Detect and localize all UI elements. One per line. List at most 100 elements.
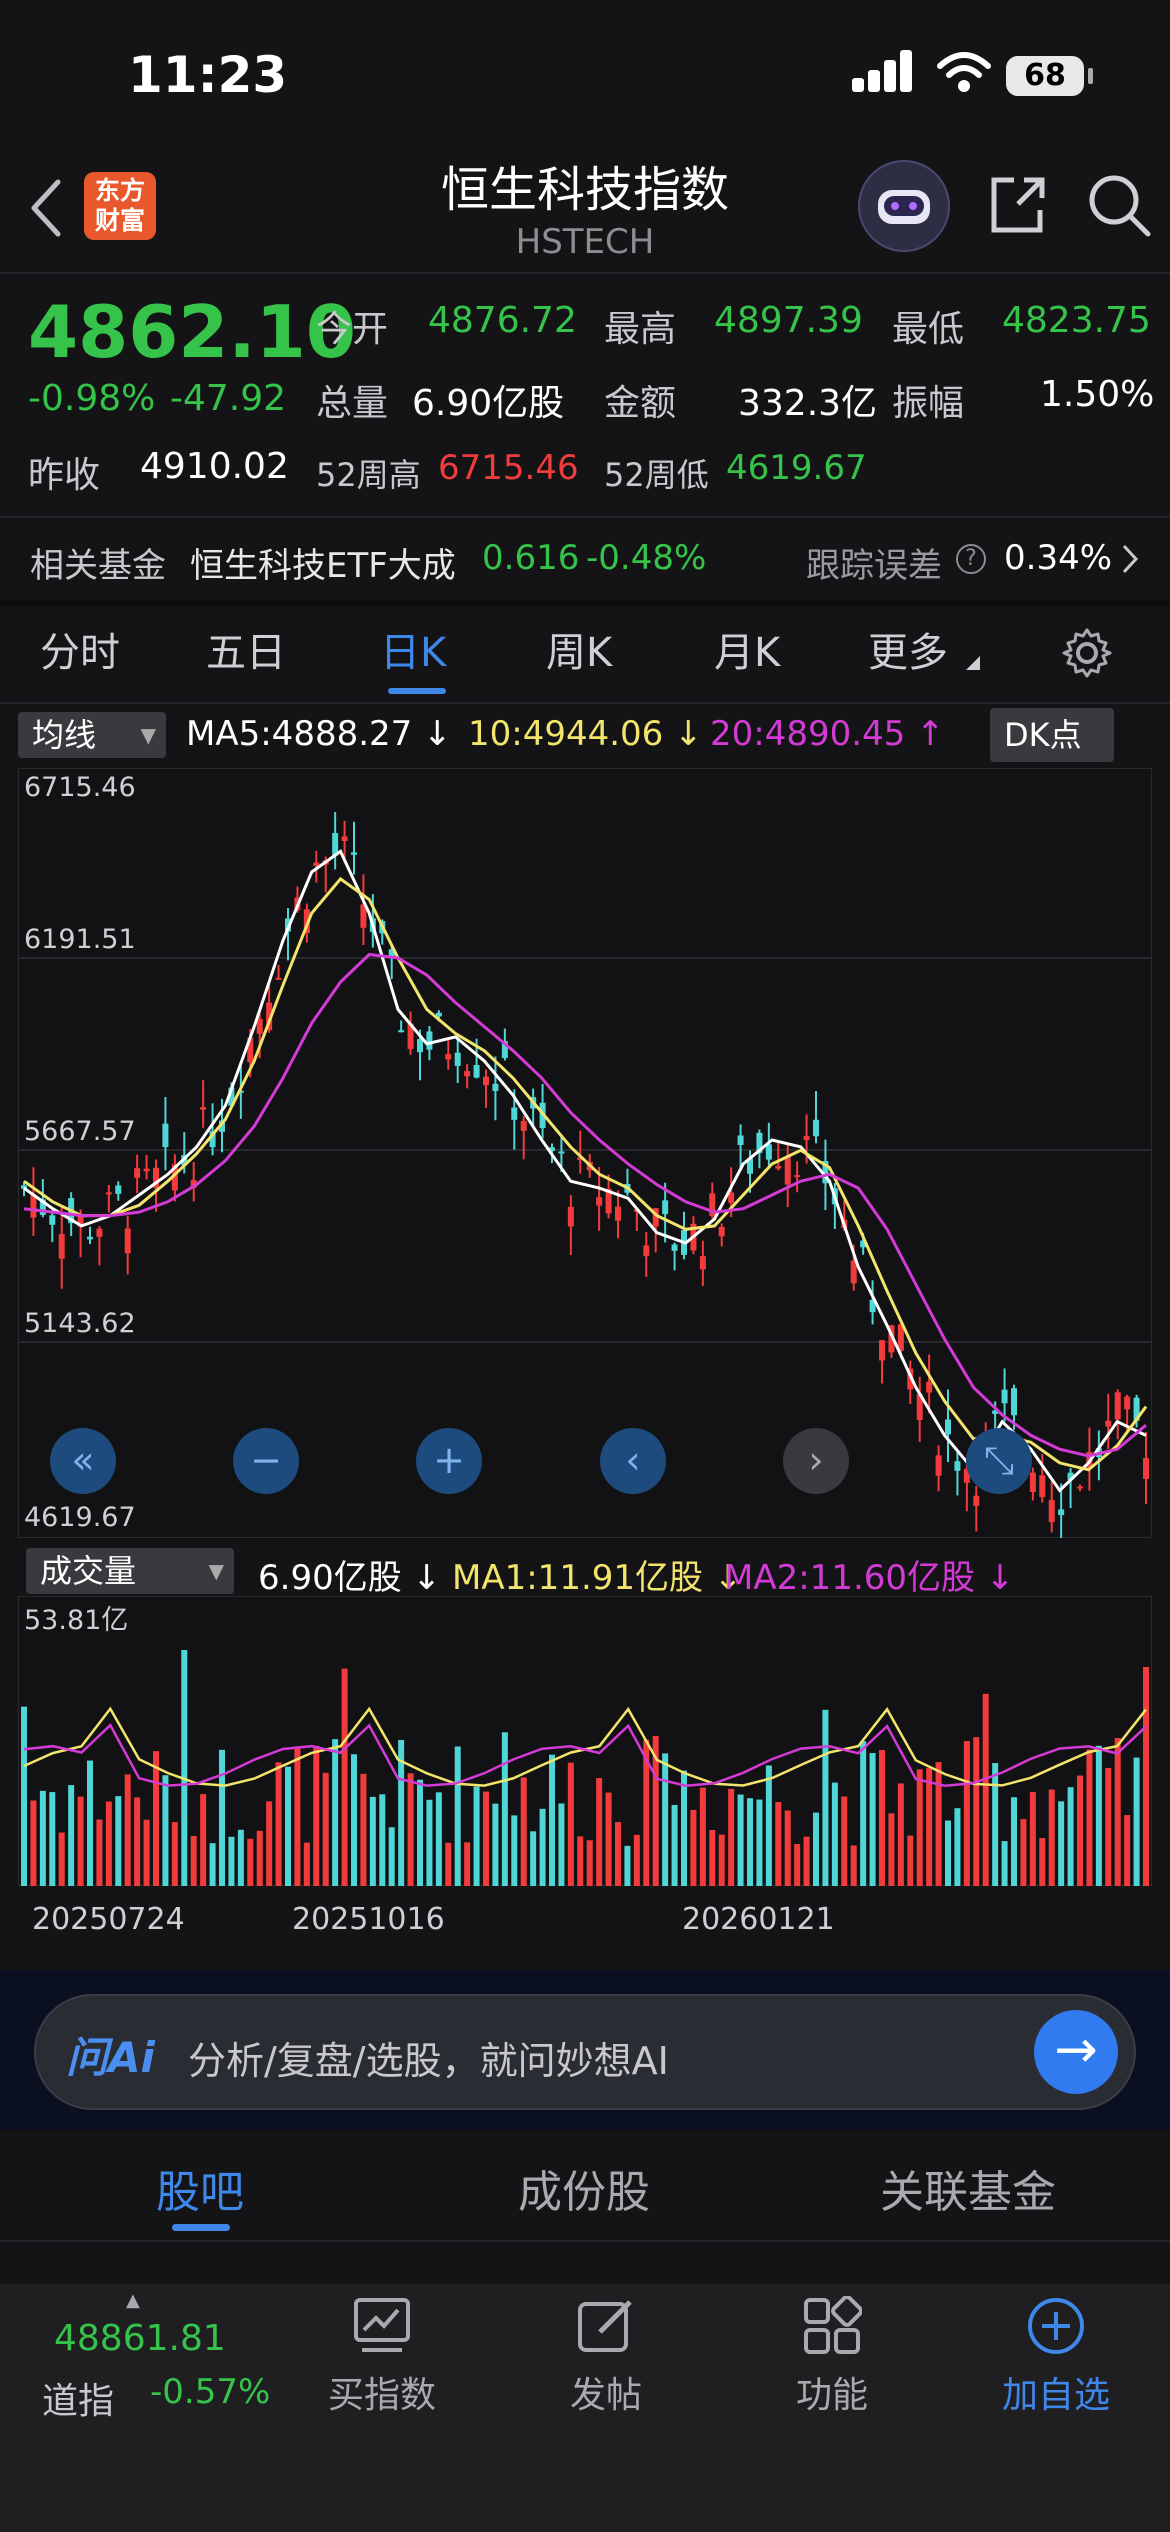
candle-body bbox=[511, 1107, 518, 1120]
nav-functions[interactable]: 功能 bbox=[742, 2295, 922, 2418]
help-icon[interactable]: ? bbox=[956, 544, 986, 574]
candle-body bbox=[784, 1157, 791, 1185]
volume-bar bbox=[49, 1792, 56, 1886]
volume-bar bbox=[539, 1808, 546, 1886]
tabs-divider bbox=[0, 702, 1170, 704]
candle-body bbox=[1048, 1499, 1055, 1523]
nav-post[interactable]: 发帖 bbox=[516, 2296, 696, 2418]
volume-bar bbox=[417, 1779, 423, 1886]
ticker-change[interactable]: -0.57% bbox=[150, 2372, 270, 2412]
change-absolute: -47.92 bbox=[170, 378, 287, 419]
volume-bar bbox=[907, 1835, 914, 1886]
candle-body bbox=[483, 1076, 489, 1086]
candle-body bbox=[96, 1228, 103, 1237]
scroll-left-icon[interactable]: ‹ bbox=[600, 1428, 666, 1494]
volume-bar bbox=[897, 1783, 904, 1886]
zoom-out-icon[interactable]: − bbox=[233, 1428, 299, 1494]
current-price: 4862.10 bbox=[28, 290, 356, 374]
volume-bar bbox=[671, 1804, 678, 1886]
w52-high-label: 52周高 bbox=[316, 456, 421, 494]
kline-chart[interactable]: 6715.46 6191.51 5667.57 5143.62 4619.67 … bbox=[18, 768, 1152, 1538]
volume-bar bbox=[747, 1798, 753, 1886]
volume-bar bbox=[992, 1763, 999, 1886]
tab-related-funds[interactable]: 关联基金 bbox=[880, 2156, 1056, 2220]
volume-indicator-label: 成交量 bbox=[40, 1552, 137, 1590]
ticker-value[interactable]: 48861.81 bbox=[54, 2318, 226, 2359]
candle-body bbox=[464, 1071, 471, 1077]
candle-body bbox=[765, 1144, 772, 1160]
w52-low-label: 52周低 bbox=[604, 456, 709, 494]
scroll-left-fast-icon[interactable]: « bbox=[50, 1428, 116, 1494]
volume-indicator-dropdown[interactable]: 成交量 ▼ bbox=[26, 1548, 234, 1594]
volume-bar bbox=[926, 1768, 933, 1886]
ma-indicator-dropdown[interactable]: 均线 ▼ bbox=[18, 712, 166, 758]
tab-five-day[interactable]: 五日 bbox=[206, 620, 286, 678]
volume-bar bbox=[860, 1741, 867, 1886]
volume-readout: 6.90亿股 ↓ bbox=[258, 1558, 441, 1598]
volume-bar bbox=[699, 1787, 706, 1886]
candle-body bbox=[341, 836, 348, 842]
volume-bar bbox=[247, 1838, 254, 1886]
nav-buy-index-label: 买指数 bbox=[327, 2375, 436, 2416]
volume-bar bbox=[549, 1754, 555, 1886]
nav-add-watchlist[interactable]: 加自选 bbox=[966, 2296, 1146, 2418]
tab-daily-k[interactable]: 日K bbox=[380, 620, 446, 678]
more-caret-icon bbox=[966, 656, 980, 670]
candle-body bbox=[567, 1206, 574, 1227]
volume-bar bbox=[332, 1739, 339, 1886]
ma-indicator-label: 均线 bbox=[32, 716, 97, 754]
candle-body bbox=[492, 1083, 499, 1091]
candle-body bbox=[256, 1018, 263, 1034]
volume-bar bbox=[77, 1796, 84, 1886]
ticker-name[interactable]: 道指 bbox=[42, 2372, 114, 2424]
volume-bar bbox=[709, 1829, 716, 1886]
volume-bar bbox=[756, 1799, 763, 1886]
volume-bar bbox=[605, 1792, 612, 1886]
volume-bar bbox=[577, 1836, 584, 1886]
status-time: 11:23 bbox=[128, 46, 288, 104]
zoom-in-icon[interactable]: + bbox=[416, 1428, 482, 1494]
search-icon[interactable] bbox=[1086, 172, 1152, 238]
volume-bar bbox=[388, 1827, 395, 1886]
ai-submit-arrow-icon[interactable]: → bbox=[1034, 2010, 1118, 2094]
nav-buy-index[interactable]: 买指数 bbox=[292, 2296, 472, 2418]
scroll-right-icon[interactable]: › bbox=[783, 1428, 849, 1494]
ai-robot-icon[interactable] bbox=[858, 160, 950, 252]
volume-bar bbox=[633, 1834, 640, 1886]
candle-body bbox=[737, 1135, 744, 1145]
volume-bar bbox=[153, 1751, 159, 1886]
fullscreen-icon[interactable]: ⤡ bbox=[966, 1428, 1032, 1494]
candle-body bbox=[200, 1107, 207, 1110]
tab-weekly-k[interactable]: 周K bbox=[546, 620, 612, 678]
volume-bar bbox=[379, 1794, 386, 1886]
volume-bar bbox=[285, 1766, 291, 1886]
settings-gear-icon[interactable] bbox=[1060, 626, 1114, 680]
tab-monthly-k[interactable]: 月K bbox=[714, 620, 780, 678]
volume-bar bbox=[558, 1803, 565, 1886]
candle-body bbox=[775, 1166, 782, 1169]
volume-chart[interactable]: 53.81亿 bbox=[18, 1596, 1152, 1886]
candle-body bbox=[596, 1197, 603, 1206]
related-fund-row[interactable]: 相关基金 恒生科技ETF大成 0.616 -0.48% 跟踪误差 ? 0.34% bbox=[0, 520, 1170, 598]
dk-point-button[interactable]: DK点 bbox=[990, 708, 1114, 762]
tab-minute[interactable]: 分时 bbox=[40, 620, 120, 678]
w52-high-value: 6715.46 bbox=[438, 448, 579, 488]
volume-bar bbox=[351, 1754, 357, 1886]
quote-divider bbox=[0, 516, 1170, 518]
tab-guba[interactable]: 股吧 bbox=[156, 2156, 244, 2220]
volume-bar bbox=[1029, 1791, 1036, 1886]
candle-body bbox=[162, 1123, 169, 1148]
volume-bar bbox=[624, 1845, 631, 1886]
candle-body bbox=[454, 1052, 461, 1066]
tab-more[interactable]: 更多 bbox=[868, 620, 948, 678]
candle-body bbox=[426, 1031, 433, 1050]
ai-search-bar[interactable]: 问Ai 分析/复盘/选股，就问妙想AI bbox=[34, 1994, 1136, 2110]
volume-bar bbox=[813, 1812, 819, 1886]
volume-bar bbox=[1048, 1789, 1055, 1886]
volume-bar bbox=[181, 1649, 188, 1886]
fund-name: 恒生科技ETF大成 bbox=[190, 546, 456, 586]
tab-constituents[interactable]: 成份股 bbox=[518, 2156, 650, 2220]
share-icon[interactable] bbox=[984, 172, 1050, 238]
volume-bar bbox=[228, 1836, 235, 1886]
amplitude-label: 振幅 bbox=[892, 383, 965, 424]
